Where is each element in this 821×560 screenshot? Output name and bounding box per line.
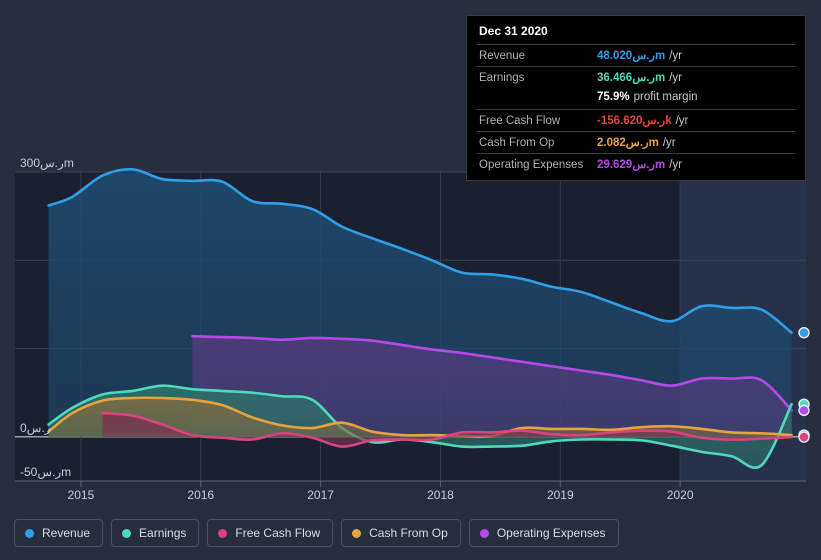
tooltip-row-suffix: /yr	[675, 115, 689, 127]
legend-color-dot	[352, 528, 362, 538]
tooltip-row-label: Free Cash Flow	[479, 115, 561, 127]
y-axis-label: -50ر.سm	[20, 465, 72, 479]
x-axis-label: 2015	[67, 488, 95, 502]
x-axis-label: 2018	[427, 488, 454, 502]
x-axis-label: 2020	[666, 488, 694, 502]
tooltip-row: Free Cash Flow -156.620ر.سk/yr	[477, 109, 795, 131]
tooltip-row: Cash From Op 2.082ر.سm/yr	[477, 131, 795, 153]
end-marker-revenue	[798, 326, 810, 339]
tooltip-row-suffix: /yr	[669, 159, 682, 171]
tooltip-row-suffix: /yr	[662, 137, 676, 149]
tooltip-row-suffix: profit margin	[633, 91, 698, 103]
tooltip-row-value: 48.020ر.سm	[597, 50, 666, 62]
y-axis-label: 0ر.س	[20, 420, 51, 435]
tooltip-row: Earnings 36.466ر.سm/yr	[477, 66, 795, 88]
x-axis-label: 2019	[546, 488, 574, 502]
legend-item-operating-expenses[interactable]: Operating Expenses	[468, 519, 619, 547]
tooltip-rows: Revenue 48.020ر.سm/yr Earnings 36.466ر.سm/y…	[477, 44, 795, 175]
financial-chart: 300ر.سm 0ر.س -50ر.سm 2015 2016 2017 2018 2019 2…	[0, 0, 821, 560]
y-axis-label: 300ر.سm	[20, 156, 74, 170]
legend-item-revenue[interactable]: Revenue	[14, 519, 104, 547]
tooltip-row-label: Operating Expenses	[479, 159, 584, 171]
tooltip-row-label: Earnings	[479, 72, 525, 84]
legend-label: Revenue	[42, 526, 91, 540]
end-marker-free-cash-flow	[798, 431, 810, 443]
legend-label: Operating Expenses	[496, 526, 606, 540]
tooltip-row-value: 36.466ر.سm	[597, 72, 666, 84]
tooltip-row: Operating Expenses 29.629ر.سm/yr	[477, 153, 795, 175]
end-marker-operating-expenses	[798, 404, 810, 417]
tooltip-row-value: -156.620ر.سk	[597, 115, 672, 127]
legend-color-dot	[479, 528, 489, 538]
tooltip-row: Revenue 48.020ر.سm/yr	[477, 44, 795, 66]
legend-item-free-cash-flow[interactable]: Free Cash Flow	[207, 519, 334, 547]
tooltip-row-value: 75.9%	[597, 91, 630, 103]
x-axis-label: 2016	[187, 488, 215, 502]
tooltip-row-label: Cash From Op	[479, 137, 555, 149]
legend-color-dot	[25, 528, 34, 538]
legend-color-dot	[122, 528, 132, 538]
chart-tooltip: Dec 31 2020 Revenue 48.020ر.سm/yr Earnings…	[466, 15, 806, 181]
tooltip-row-suffix: /yr	[669, 50, 682, 62]
tooltip-date: Dec 31 2020	[479, 24, 548, 38]
legend-label: Cash From Op	[369, 526, 448, 540]
legend-item-cash-from-op[interactable]: Cash From Op	[341, 519, 461, 547]
legend-label: Free Cash Flow	[235, 526, 321, 540]
legend-color-dot	[218, 528, 228, 538]
chart-legend[interactable]: Revenue Earnings Free Cash Flow Cash From O…	[14, 519, 619, 547]
tooltip-row: 75.9% profit margin	[477, 88, 795, 109]
legend-label: Earnings	[139, 526, 187, 540]
tooltip-row-value: 2.082ر.سm	[597, 137, 659, 149]
x-axis-label: 2017	[307, 488, 334, 502]
legend-item-earnings[interactable]: Earnings	[111, 519, 200, 547]
tooltip-row-label: Revenue	[479, 50, 526, 62]
tooltip-row-suffix: /yr	[669, 72, 682, 84]
tooltip-row-value: 29.629ر.سm	[597, 159, 666, 171]
